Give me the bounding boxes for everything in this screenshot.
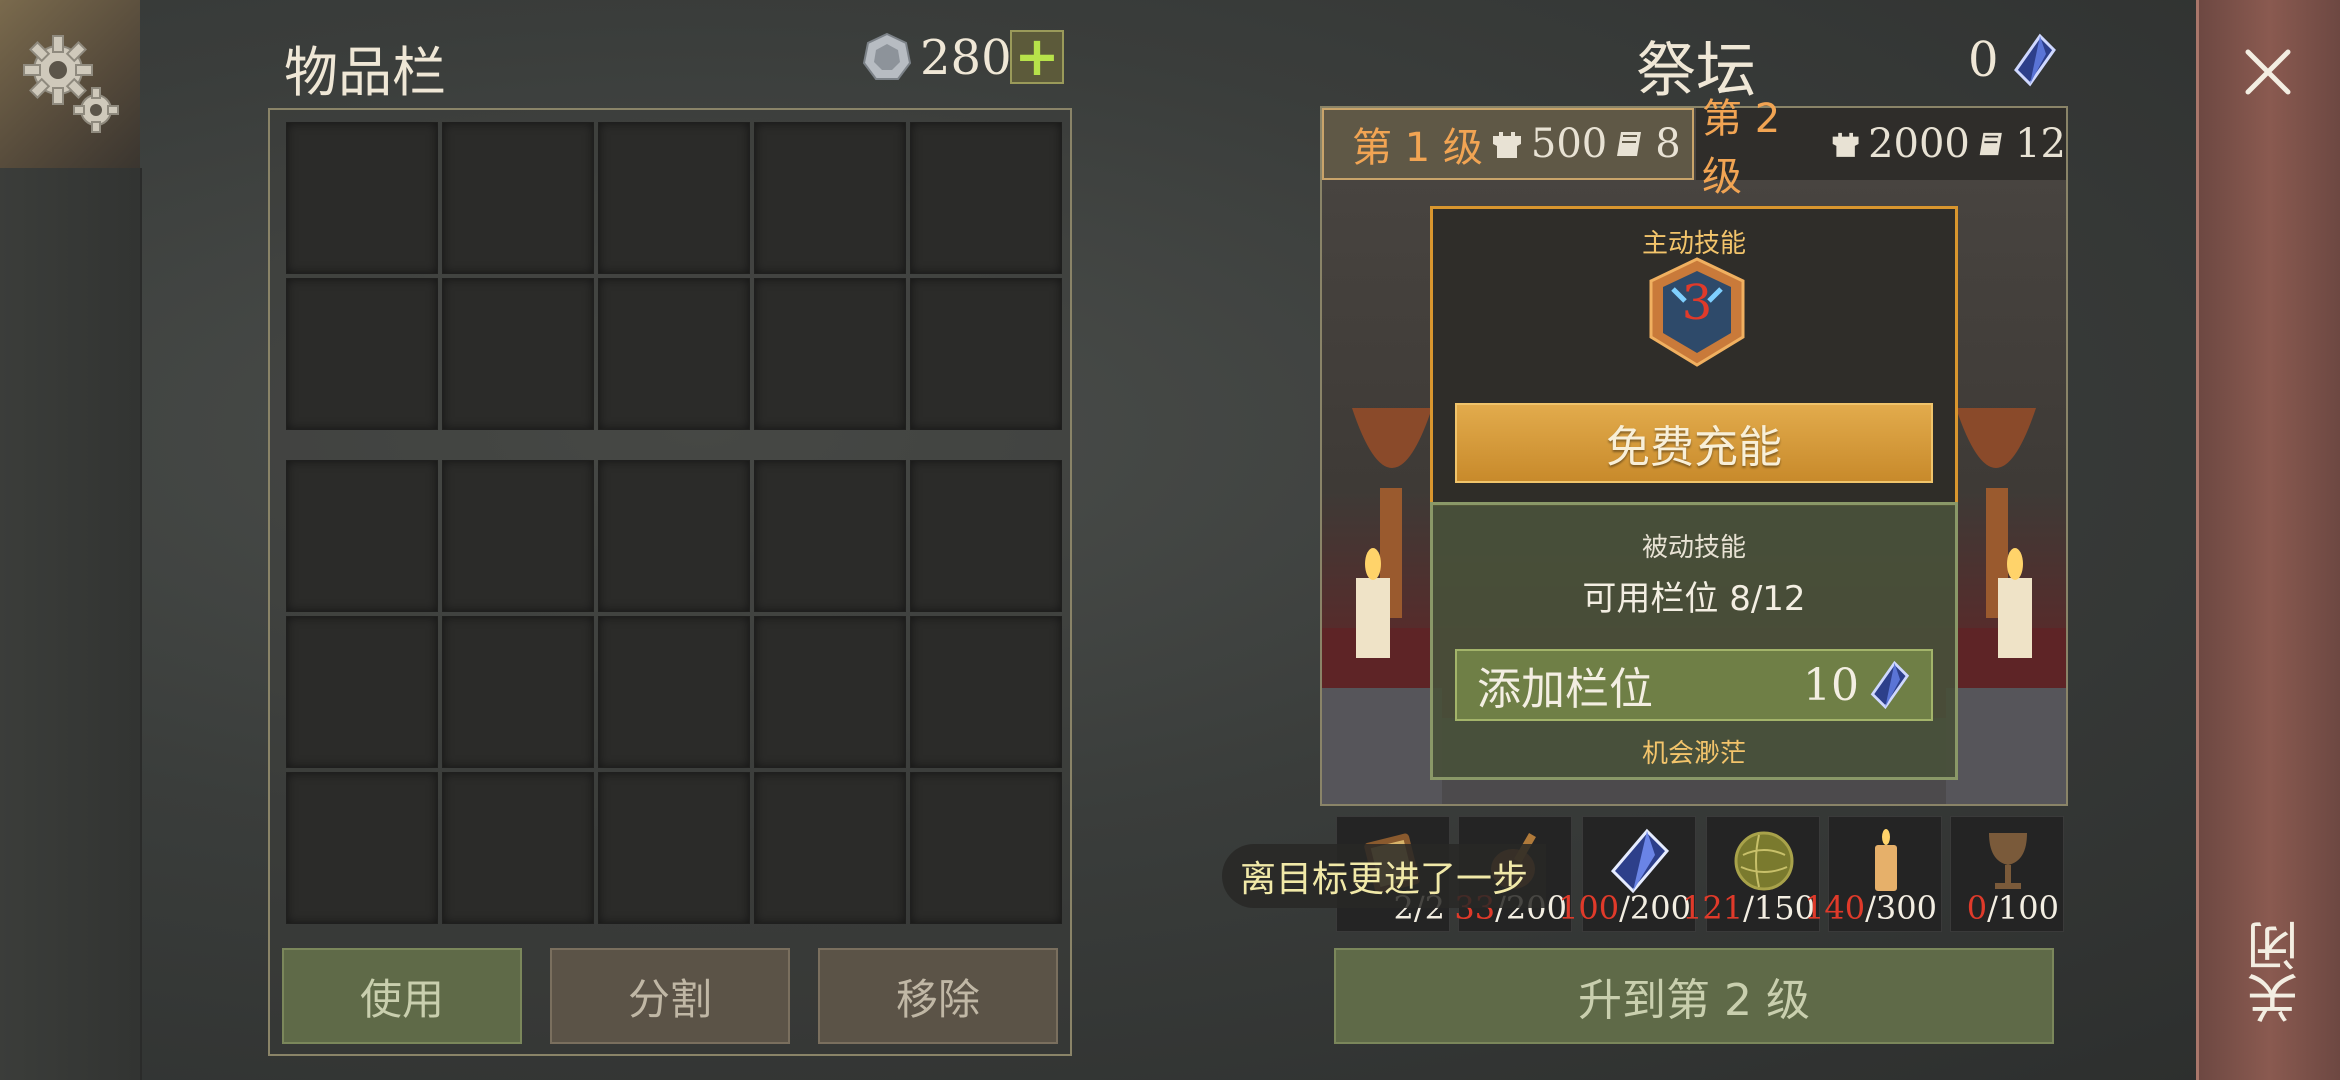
tab-level-towers: 2000: [1868, 121, 1970, 167]
inventory-slot[interactable]: [442, 772, 594, 924]
inventory-slot[interactable]: [598, 122, 750, 274]
inventory-slot[interactable]: [442, 122, 594, 274]
material-count: 140/300: [1804, 889, 1937, 927]
upgrade-level-button[interactable]: 升到第 2 级: [1334, 948, 2054, 1044]
inventory-slot[interactable]: [286, 122, 438, 274]
crystal-icon: [1870, 660, 1910, 710]
active-skill-card: 主动技能 3 免费充能: [1430, 206, 1958, 506]
inventory-title: 物品栏: [284, 41, 446, 104]
material-count: 121/150: [1682, 889, 1815, 927]
passive-skill-label: 被动技能: [1641, 533, 1746, 563]
inventory-slot[interactable]: [598, 278, 750, 430]
coin-count: 280: [920, 30, 1012, 86]
passive-skill-card: 被动技能 可用栏位 8/12 添加栏位 10 机会渺茫: [1430, 502, 1958, 780]
book-icon: [1979, 132, 2002, 156]
inventory-slot[interactable]: [754, 616, 906, 768]
tower-icon: [1832, 132, 1859, 157]
inventory-slot[interactable]: [598, 460, 750, 612]
inventory-slot[interactable]: [442, 460, 594, 612]
inventory-slot[interactable]: [286, 278, 438, 430]
material-slot-candle[interactable]: 140/300: [1804, 816, 1942, 932]
tab-level-label: 第 2 级: [1702, 96, 1781, 200]
progress-toast: 离目标更进了一步: [1222, 844, 1547, 908]
inventory-grid-bottom: [286, 460, 1062, 924]
material-count: 0/100: [1966, 889, 2059, 927]
use-button[interactable]: 使用: [282, 948, 522, 1044]
inventory-slot[interactable]: [754, 772, 906, 924]
crystal-icon: [2014, 33, 2056, 87]
slots-available-text: 可用栏位 8/12: [1582, 579, 1806, 619]
tab-level-towers: 500: [1530, 121, 1608, 167]
inventory-grid-top: [286, 122, 1062, 430]
material-slot-crystal[interactable]: 100/200: [1558, 816, 1696, 932]
inventory-slot[interactable]: [286, 616, 438, 768]
tab-level-books: 8: [1655, 121, 1681, 167]
split-button[interactable]: 分割: [550, 948, 790, 1044]
left-rail: [0, 168, 142, 1080]
inventory-slot[interactable]: [598, 616, 750, 768]
active-skill-label: 主动技能: [1641, 229, 1746, 259]
tab-level-label: 第 1 级: [1352, 125, 1483, 171]
inventory-slot[interactable]: [286, 772, 438, 924]
free-charge-button[interactable]: 免费充能: [1455, 403, 1933, 483]
chance-label: 机会渺茫: [1641, 739, 1746, 769]
add-slot-button[interactable]: 添加栏位 10: [1455, 649, 1933, 721]
coin-icon: [862, 32, 912, 80]
add-slot-cost: 10: [1803, 659, 1859, 711]
close-panel[interactable]: [2196, 0, 2340, 1080]
add-slot-label: 添加栏位: [1477, 664, 1653, 715]
add-coins-button[interactable]: +: [1010, 30, 1064, 84]
inventory-slot[interactable]: [442, 278, 594, 430]
tower-icon: [1492, 132, 1521, 158]
inventory-slot[interactable]: [598, 772, 750, 924]
close-label[interactable]: 关闭: [2240, 920, 2308, 1024]
shield-number: 3: [1681, 275, 1713, 331]
gear-icon[interactable]: [18, 30, 128, 140]
inventory-slot[interactable]: [910, 616, 1062, 768]
inventory-slot[interactable]: [754, 460, 906, 612]
tab-level-1[interactable]: 第 1 级 500 8: [1322, 108, 1694, 180]
inventory-slot[interactable]: [754, 278, 906, 430]
crystal-icon: [1610, 828, 1670, 894]
goblet-icon: [1989, 833, 2027, 889]
ball-icon: [1734, 831, 1794, 891]
tab-level-books: 12: [2015, 121, 2066, 167]
close-icon[interactable]: [2240, 44, 2296, 100]
inventory-slot[interactable]: [910, 278, 1062, 430]
inventory-slot[interactable]: [910, 460, 1062, 612]
inventory-slot[interactable]: [754, 122, 906, 274]
material-slot-goblet[interactable]: 0/100: [1950, 816, 2064, 932]
inventory-slot[interactable]: [910, 772, 1062, 924]
inventory-slot[interactable]: [910, 122, 1062, 274]
crystal-count: 0: [1968, 32, 1999, 88]
inventory-slot[interactable]: [442, 616, 594, 768]
inventory-slot[interactable]: [286, 460, 438, 612]
candle-icon: [1875, 829, 1897, 891]
book-icon: [1617, 132, 1642, 156]
material-slot-ball[interactable]: 121/150: [1682, 816, 1820, 932]
tab-level-2[interactable]: 第 2 级 2000 12: [1696, 96, 2066, 200]
material-count: 100/200: [1558, 889, 1691, 927]
shield-icon: 3: [1645, 257, 1749, 367]
remove-button[interactable]: 移除: [818, 948, 1058, 1044]
